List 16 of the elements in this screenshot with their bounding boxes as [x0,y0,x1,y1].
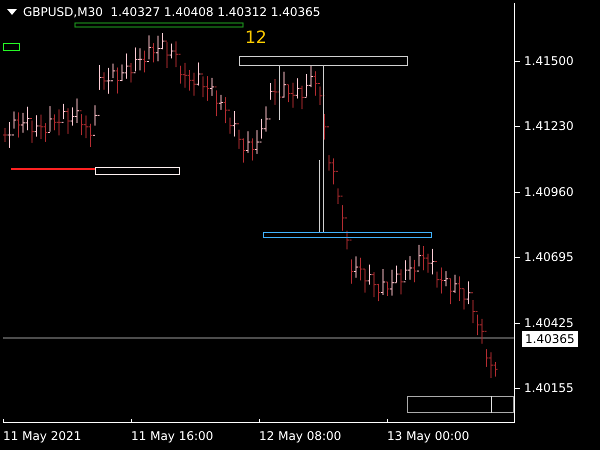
price-label: 1.40155 [524,380,574,396]
price-label: 1.41500 [524,53,574,69]
time-label: 13 May 00:00 [387,429,470,443]
price-label: 1.40695 [524,249,574,266]
price-label: 1.40425 [524,314,574,331]
price-label: 1.40960 [524,184,574,200]
zone-divider-line [491,396,492,414]
time-label: 12 May 08:00 [259,429,342,443]
time-label: 11 May 2021 [3,429,82,443]
bar-count-label: 12 [245,28,267,48]
dropdown-caret-icon[interactable] [7,9,17,15]
time-label: 11 May 16:00 [131,429,214,443]
zone-rectangle [3,43,20,51]
price-label: 1.41230 [524,118,574,134]
current-price-label: 1.40365 [522,331,578,347]
chart-header: GBPUSD,M30 1.40327 1.40408 1.40312 1.40365 [23,5,320,19]
